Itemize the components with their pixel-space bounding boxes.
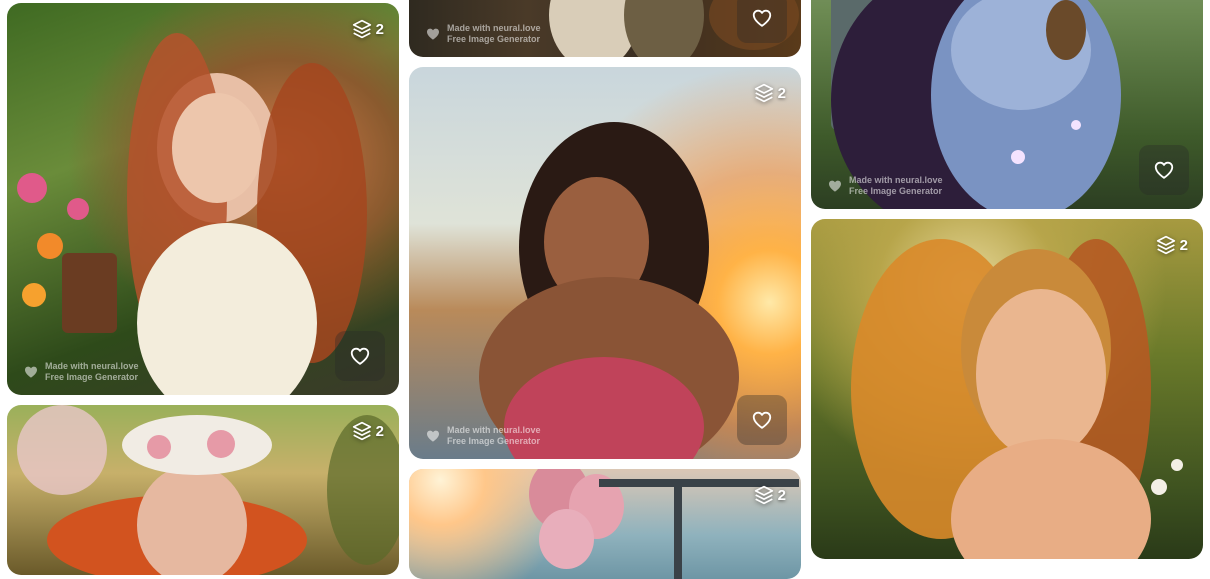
variations-count: 2 — [375, 422, 384, 440]
generated-image — [811, 219, 1203, 559]
layers-icon — [352, 19, 372, 39]
generated-image — [7, 405, 399, 575]
gallery-card[interactable]: 2 Made with neural.love Free Image Gener… — [409, 67, 801, 459]
watermark-line2: Free Image Generator — [447, 34, 541, 44]
variations-count: 2 — [1179, 236, 1188, 254]
watermark: Made with neural.love Free Image Generat… — [23, 361, 139, 383]
generated-image — [409, 469, 801, 579]
variations-badge: 2 — [352, 421, 384, 441]
gallery-card[interactable]: 2 — [7, 405, 399, 575]
variations-count: 2 — [777, 84, 786, 102]
layers-icon — [1156, 235, 1176, 255]
heart-outline-icon — [751, 7, 773, 29]
variations-badge: 2 — [754, 485, 786, 505]
watermark-line1: Made with neural.love — [849, 175, 943, 185]
heart-outline-icon — [751, 409, 773, 431]
variations-count: 2 — [375, 20, 384, 38]
watermark: Made with neural.love Free Image Generat… — [425, 23, 541, 45]
watermark-line1: Made with neural.love — [447, 23, 541, 33]
watermark-line2: Free Image Generator — [447, 436, 541, 446]
watermark-line2: Free Image Generator — [849, 186, 943, 196]
favorite-button[interactable] — [335, 331, 385, 381]
favorite-button[interactable] — [737, 0, 787, 43]
layers-icon — [352, 421, 372, 441]
layers-icon — [754, 485, 774, 505]
gallery-card[interactable]: Made with neural.love Free Image Generat… — [409, 0, 801, 57]
heart-logo-icon — [425, 428, 441, 444]
gallery-card[interactable]: 2 — [811, 219, 1203, 559]
watermark-line1: Made with neural.love — [447, 425, 541, 435]
heart-outline-icon — [1153, 159, 1175, 181]
watermark-line2: Free Image Generator — [45, 372, 139, 382]
watermark: Made with neural.love Free Image Generat… — [425, 425, 541, 447]
heart-logo-icon — [23, 364, 39, 380]
heart-outline-icon — [349, 345, 371, 367]
variations-count: 2 — [777, 486, 786, 504]
watermark: Made with neural.love Free Image Generat… — [827, 175, 943, 197]
favorite-button[interactable] — [1139, 145, 1189, 195]
gallery-card[interactable]: 2 — [409, 469, 801, 579]
watermark-line1: Made with neural.love — [45, 361, 139, 371]
layers-icon — [754, 83, 774, 103]
heart-logo-icon — [827, 178, 843, 194]
variations-badge: 2 — [1156, 235, 1188, 255]
gallery-card[interactable]: Made with neural.love Free Image Generat… — [811, 0, 1203, 209]
favorite-button[interactable] — [737, 395, 787, 445]
gallery-card[interactable]: 2 Made with neural.love Free Image Gener… — [7, 3, 399, 395]
variations-badge: 2 — [754, 83, 786, 103]
heart-logo-icon — [425, 26, 441, 42]
variations-badge: 2 — [352, 19, 384, 39]
